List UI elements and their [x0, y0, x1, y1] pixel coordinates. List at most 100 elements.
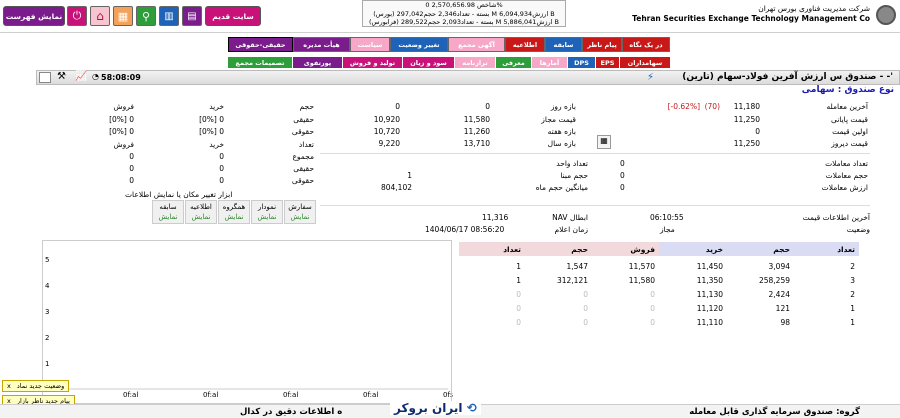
- tab-announcement[interactable]: اطلاعیه: [505, 37, 545, 52]
- range-low: 10,720: [373, 127, 400, 136]
- toggle-history-button[interactable]: سابقه نمایش: [152, 200, 184, 224]
- tab-introduction[interactable]: معرفی: [496, 57, 531, 68]
- ob-sell-volume: 0: [583, 304, 588, 313]
- toggle-show: نمایش: [191, 213, 211, 221]
- tab-status-change[interactable]: تغییر وضعیت: [390, 37, 448, 52]
- unit-label: حجم مبنا: [560, 171, 588, 180]
- index-line: (بورس) بسته - تعداد2,346 حجم297,042 M ار…: [373, 9, 555, 18]
- ob-buy-price: 11,450: [696, 262, 723, 271]
- chart-icon[interactable]: ▥: [159, 6, 179, 26]
- tab-overview[interactable]: در یک نگاه: [622, 37, 670, 52]
- nav-value: 11,316: [482, 213, 509, 222]
- trades-volume: 0: [620, 171, 625, 180]
- unit-label: میانگین حجم ماه: [535, 183, 588, 192]
- toggle-announcements-button[interactable]: اطلاعیه نمایش: [185, 200, 217, 224]
- toggle-show: نمایش: [257, 213, 277, 221]
- chart-line-icon[interactable]: 📈: [75, 71, 87, 82]
- announce-value: 1404/06/17 08:56:20: [425, 225, 505, 234]
- first-price: 0: [755, 127, 760, 136]
- tab-eps[interactable]: EPS: [596, 57, 619, 68]
- y-tick-label: 5: [45, 256, 49, 264]
- trades-block: تعداد معاملات 0 حجم معاملات 0 ارزش معامل…: [600, 157, 870, 197]
- client-head: خرید: [209, 140, 224, 149]
- client-buy: 0: [219, 152, 224, 161]
- nav-label: NAV ابطال: [552, 213, 588, 222]
- unit-block: تعداد واحد حجم مبنا 1 میانگین حجم ماه 80…: [320, 157, 590, 197]
- intraday-chart[interactable]: 5 4 3 2 1 0f:al 0f:al 0f:al 0f:al 0f:al: [42, 240, 458, 404]
- show-list-button[interactable]: نمایش فهرست: [3, 6, 65, 26]
- tab-individual-legal[interactable]: حقیقی-حقوقی: [228, 37, 293, 52]
- table-icon[interactable]: ▦: [113, 6, 133, 26]
- tools-icon[interactable]: ⚒: [57, 71, 66, 82]
- tab-shareholders[interactable]: سهامداران: [620, 57, 670, 68]
- tab-portfolio[interactable]: پورتفوی: [293, 57, 342, 68]
- price-change-percent: [-0.62%]: [667, 102, 700, 111]
- power-icon[interactable]: ⏻: [67, 6, 87, 26]
- document-icon[interactable]: [39, 72, 51, 83]
- ob-sell-count: 1: [516, 262, 521, 271]
- client-head: فروش: [113, 140, 134, 149]
- tab-statistics[interactable]: آمارها: [532, 57, 567, 68]
- client-head: خرید: [209, 102, 224, 111]
- search-icon[interactable]: ⚲: [136, 6, 156, 26]
- calculator-icon[interactable]: ▦: [597, 135, 611, 149]
- price-block: آخرین معامله 11,180 (70) [-0.62%] قیمت پ…: [590, 100, 870, 152]
- notice-text: وضعیت جدید نماد: [16, 382, 65, 390]
- client-label: حقوقی: [291, 127, 314, 136]
- ob-sell-volume: 312,121: [556, 276, 588, 285]
- tab-board-of-directors[interactable]: هیأت مدیره: [293, 37, 350, 52]
- tab-history[interactable]: سابقه: [545, 37, 582, 52]
- tab-supervisor-message[interactable]: پیام ناظر: [582, 37, 622, 52]
- toggle-show: نمایش: [224, 213, 244, 221]
- ob-buy-count: 3: [850, 276, 855, 285]
- range-high: 0: [485, 102, 490, 111]
- range-low: 10,920: [373, 115, 400, 124]
- toggle-orders-button[interactable]: سفارش نمایش: [284, 200, 316, 224]
- market-index-box[interactable]: شاخص 2,570,656.98 0% (بورس) بسته - تعداد…: [362, 0, 566, 27]
- y-tick-label: 1: [45, 360, 49, 368]
- ob-buy-count: 1: [850, 304, 855, 313]
- ob-buy-price: 11,110: [696, 318, 723, 327]
- toggle-label: نمودار: [257, 203, 277, 211]
- tab-meeting-notice[interactable]: آگهی مجمع: [448, 37, 505, 52]
- trades-label: حجم معاملات: [825, 171, 868, 180]
- brand-name: ایران بروکر: [394, 401, 463, 415]
- company-name: شرکت مدیریت فناوری بورس تهران Tehran Sec…: [632, 4, 870, 24]
- toggle-show: نمایش: [158, 213, 178, 221]
- ob-buy-volume: 98: [780, 318, 790, 327]
- last-price: 11,180: [733, 102, 760, 111]
- chart-svg: 5 4 3 2 1 0f:al 0f:al 0f:al 0f:al 0f:al: [45, 256, 458, 399]
- closing-price: 11,250: [733, 115, 760, 124]
- fund-type: نوع صندوق : سهامی: [801, 85, 894, 95]
- tab-policy[interactable]: سیاست: [350, 37, 390, 52]
- ob-buy-volume: 121: [775, 304, 790, 313]
- flash-icon[interactable]: ⚡: [647, 72, 654, 83]
- client-sell: 0: [129, 164, 134, 173]
- range-low: 9,220: [378, 139, 400, 148]
- tab-meeting-decisions[interactable]: تصمیمات مجمع: [228, 57, 292, 68]
- ob-header-buy-price: خرید: [659, 242, 727, 256]
- brand-icon: ⟲: [466, 401, 477, 415]
- old-site-button[interactable]: سایت قدیم: [205, 6, 261, 26]
- ob-buy-price: 11,130: [696, 290, 723, 299]
- tab-production-sales[interactable]: تولید و فروش: [343, 57, 402, 68]
- close-icon[interactable]: x: [7, 382, 11, 390]
- client-sell: 0: [129, 152, 134, 161]
- home-icon[interactable]: ⌂: [90, 6, 110, 26]
- tab-dps[interactable]: DPS: [568, 57, 595, 68]
- base-volume: 1: [407, 171, 412, 180]
- calendar-icon[interactable]: ▤: [182, 6, 202, 26]
- y-tick-label: 4: [45, 282, 50, 290]
- y-tick-label: 2: [45, 334, 49, 342]
- new-status-notice[interactable]: x وضعیت جدید نماد: [2, 380, 70, 392]
- toggle-peers-button[interactable]: همگروه نمایش: [218, 200, 250, 224]
- client-label: حقوقی: [291, 176, 314, 185]
- ob-sell-volume: 0: [583, 318, 588, 327]
- tab-balance-sheet[interactable]: ترازنامه: [455, 57, 495, 68]
- toggle-chart-button[interactable]: نمودار نمایش: [251, 200, 283, 224]
- index-line: (فرابورس) بسته - تعداد2,093 حجم289,522 M…: [368, 18, 559, 26]
- toggle-show: نمایش: [290, 213, 310, 221]
- status-label: وضعیت: [846, 225, 870, 234]
- client-label: حقیقی: [293, 164, 314, 173]
- tab-profit-loss[interactable]: سود و زیان: [403, 57, 454, 68]
